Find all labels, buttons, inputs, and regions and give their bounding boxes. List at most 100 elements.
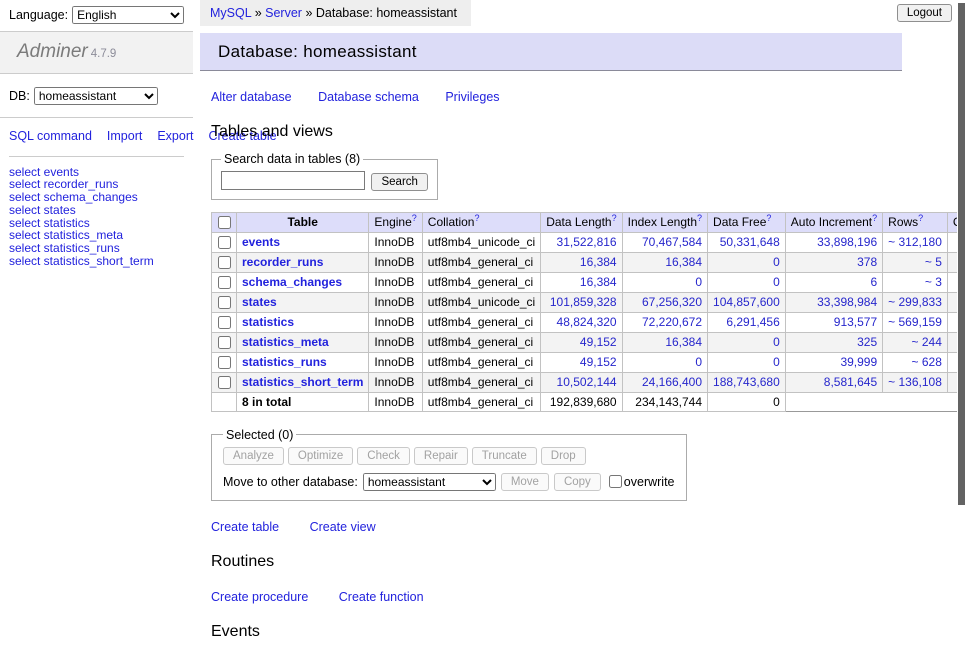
create-procedure-link[interactable]: Create procedure xyxy=(211,590,308,604)
check-button[interactable]: Check xyxy=(357,447,410,465)
tables-and-views-heading: Tables and views xyxy=(211,123,902,141)
column-header-auto-increment: Auto Increment? xyxy=(785,212,882,232)
db-select[interactable]: homeassistant xyxy=(34,87,158,105)
create-function-link[interactable]: Create function xyxy=(339,590,424,604)
sidebar-action-export[interactable]: Export xyxy=(157,129,193,143)
breadcrumb-mysql-link[interactable]: MySQL xyxy=(210,6,251,20)
auto-increment-cell: 6 xyxy=(785,272,882,292)
list-item: select statistics_short_term xyxy=(9,255,193,268)
main-content: MySQL » Server » Database: homeassistant… xyxy=(200,0,902,652)
table-link-events[interactable]: events xyxy=(242,235,280,249)
table-row: eventsInnoDButf8mb4_unicode_ci31,522,816… xyxy=(212,232,966,252)
language-select[interactable]: English xyxy=(72,6,184,24)
help-icon[interactable]: ? xyxy=(918,213,923,223)
move-button[interactable]: Move xyxy=(501,473,549,491)
row-checkbox-statistics-short-term[interactable] xyxy=(218,376,231,389)
breadcrumb-server-link[interactable]: Server xyxy=(265,6,302,20)
help-icon[interactable]: ? xyxy=(697,213,702,223)
optimize-button[interactable]: Optimize xyxy=(288,447,353,465)
scrollbar-thumb[interactable] xyxy=(958,3,965,505)
sidebar-action-sql-command[interactable]: SQL command xyxy=(9,129,92,143)
rows-cell: ~ 299,833 xyxy=(883,292,948,312)
engine-cell: InnoDB xyxy=(369,232,422,252)
create-view-link[interactable]: Create view xyxy=(310,520,376,534)
engine-cell: InnoDB xyxy=(369,312,422,332)
repair-button[interactable]: Repair xyxy=(414,447,468,465)
breadcrumb-bar: MySQL » Server » Database: homeassistant xyxy=(200,0,902,26)
table-row: recorder_runsInnoDButf8mb4_general_ci16,… xyxy=(212,252,966,272)
total-cell: InnoDB xyxy=(369,392,422,411)
breadcrumb: MySQL » Server » Database: homeassistant xyxy=(200,0,471,26)
data-length-cell: 49,152 xyxy=(541,332,622,352)
breadcrumb-separator: » xyxy=(305,6,312,20)
alter-database-link[interactable]: Alter database xyxy=(211,90,292,104)
row-checkbox-schema-changes[interactable] xyxy=(218,276,231,289)
table-row: statisticsInnoDButf8mb4_general_ci48,824… xyxy=(212,312,966,332)
auto-increment-cell: 378 xyxy=(785,252,882,272)
database-schema-link[interactable]: Database schema xyxy=(318,90,419,104)
collation-cell: utf8mb4_general_ci xyxy=(422,312,540,332)
help-icon[interactable]: ? xyxy=(412,213,417,223)
auto-increment-cell: 33,898,196 xyxy=(785,232,882,252)
table-link-statistics-short-term[interactable]: statistics_short_term xyxy=(242,375,363,389)
collation-cell: utf8mb4_unicode_ci xyxy=(422,232,540,252)
search-input[interactable] xyxy=(221,171,365,190)
data-length-cell: 16,384 xyxy=(541,252,622,272)
table-link-statistics[interactable]: statistics xyxy=(242,315,294,329)
privileges-link[interactable]: Privileges xyxy=(445,90,499,104)
collation-cell: utf8mb4_general_ci xyxy=(422,332,540,352)
engine-cell: InnoDB xyxy=(369,272,422,292)
truncate-button[interactable]: Truncate xyxy=(472,447,537,465)
sidebar-action-import[interactable]: Import xyxy=(107,129,142,143)
row-checkbox-recorder-runs[interactable] xyxy=(218,256,231,269)
sidebar-item-select-statistics-short-term[interactable]: select statistics_short_term xyxy=(9,254,154,268)
row-checkbox-events[interactable] xyxy=(218,236,231,249)
database-action-links: Alter database Database schema Privilege… xyxy=(211,90,902,104)
move-database-select[interactable]: homeassistant xyxy=(363,473,496,491)
row-checkbox-cell xyxy=(212,372,237,392)
copy-button[interactable]: Copy xyxy=(554,473,601,491)
table-link-states[interactable]: states xyxy=(242,295,277,309)
row-checkbox-states[interactable] xyxy=(218,296,231,309)
help-icon[interactable]: ? xyxy=(872,213,877,223)
selected-legend: Selected (0) xyxy=(223,428,296,442)
drop-button[interactable]: Drop xyxy=(541,447,586,465)
help-icon[interactable]: ? xyxy=(474,213,479,223)
row-checkbox-statistics[interactable] xyxy=(218,316,231,329)
overwrite-checkbox[interactable] xyxy=(609,475,622,488)
app-header: Adminer4.7.9 xyxy=(0,32,193,74)
select-all-cell xyxy=(212,212,237,232)
row-checkbox-statistics-meta[interactable] xyxy=(218,336,231,349)
vertical-scrollbar[interactable] xyxy=(957,0,966,543)
row-checkbox-statistics-runs[interactable] xyxy=(218,356,231,369)
sidebar-table-links: select eventsselect recorder_runsselect … xyxy=(0,166,193,268)
table-name-cell: statistics_short_term xyxy=(237,372,369,392)
table-link-statistics-runs[interactable]: statistics_runs xyxy=(242,355,327,369)
table-link-statistics-meta[interactable]: statistics_meta xyxy=(242,335,329,349)
analyze-button[interactable]: Analyze xyxy=(223,447,284,465)
app-version[interactable]: 4.7.9 xyxy=(91,48,117,60)
index-length-cell: 72,220,672 xyxy=(622,312,707,332)
help-icon[interactable]: ? xyxy=(766,213,771,223)
table-row: statistics_metaInnoDButf8mb4_general_ci4… xyxy=(212,332,966,352)
logout-button[interactable]: Logout xyxy=(897,4,952,22)
total-empty-cell xyxy=(212,392,237,411)
table-link-recorder-runs[interactable]: recorder_runs xyxy=(242,255,323,269)
total-row: 8 in totalInnoDButf8mb4_general_ci192,83… xyxy=(212,392,966,411)
select-all-checkbox[interactable] xyxy=(218,216,231,229)
index-length-cell: 24,166,400 xyxy=(622,372,707,392)
breadcrumb-separator: » xyxy=(255,6,262,20)
create-table-link[interactable]: Create table xyxy=(211,520,279,534)
search-button[interactable]: Search xyxy=(371,173,427,191)
total-cell: 234,143,744 xyxy=(622,392,707,411)
auto-increment-cell: 913,577 xyxy=(785,312,882,332)
column-header-table: Table xyxy=(237,212,369,232)
column-header-engine: Engine? xyxy=(369,212,422,232)
data-free-cell: 0 xyxy=(708,352,786,372)
column-header-rows: Rows? xyxy=(883,212,948,232)
db-label: DB: xyxy=(9,89,30,103)
data-free-cell: 188,743,680 xyxy=(708,372,786,392)
data-free-cell: 6,291,456 xyxy=(708,312,786,332)
table-link-schema-changes[interactable]: schema_changes xyxy=(242,275,342,289)
help-icon[interactable]: ? xyxy=(612,213,617,223)
